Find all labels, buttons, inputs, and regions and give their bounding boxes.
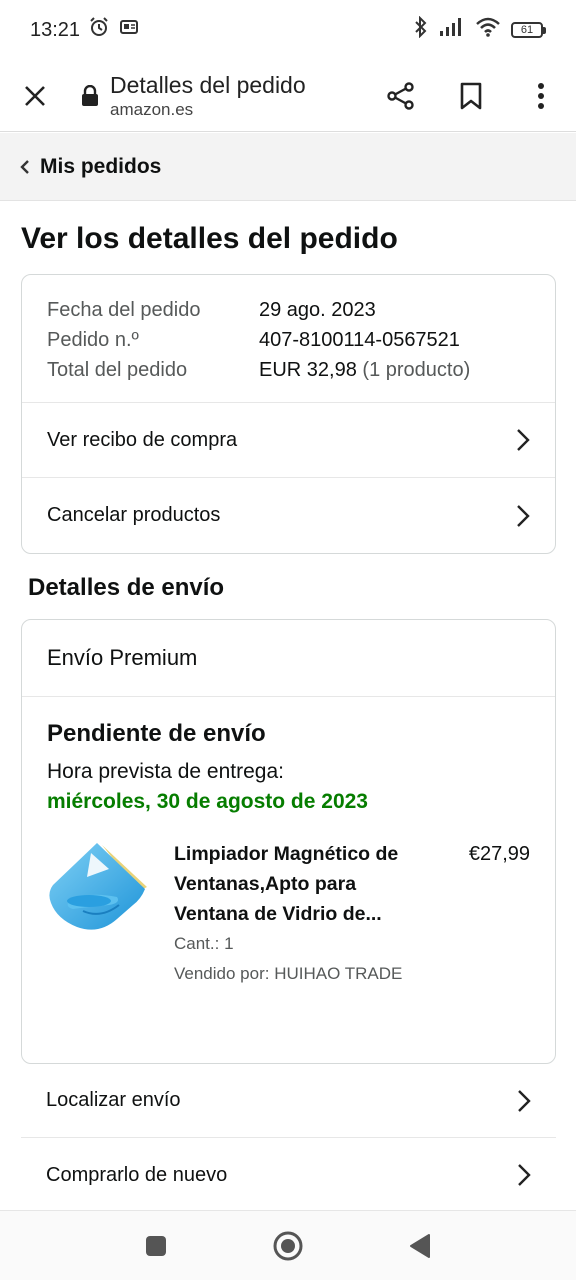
view-receipt-link[interactable]: Ver recibo de compra [22,403,555,478]
browser-page-title: Detalles del pedido [110,71,306,98]
product-quantity: Cant.: 1 [174,934,234,953]
cancel-products-label: Cancelar productos [47,504,221,526]
product-seller: Vendido por: HUIHAO TRADE [174,964,403,983]
browser-toolbar: Detalles del pedido amazon.es [0,60,576,132]
product-name[interactable]: Limpiador Magnético de Ventanas,Apto par… [174,839,434,929]
buy-again-link[interactable]: Comprarlo de nuevo [21,1138,556,1212]
breadcrumb-label: Mis pedidos [40,154,162,178]
page-title: Ver los detalles del pedido [21,222,398,255]
shipping-section-title: Detalles de envío [28,574,225,601]
shipment-actions: Localizar envío Comprarlo de nuevo [21,1064,556,1212]
product-price: €27,99 [468,843,530,865]
share-icon[interactable] [366,60,436,132]
chevron-right-icon [517,1163,531,1187]
order-date-value: 29 ago. 2023 [259,299,376,321]
order-summary-info: Fecha del pedido 29 ago. 2023 Pedido n.º… [22,275,555,403]
system-nav-bar [0,1210,576,1280]
order-date-label: Fecha del pedido [47,299,201,321]
chevron-right-icon [516,428,530,452]
delivery-date: miércoles, 30 de agosto de 2023 [47,790,368,813]
shipping-method: Envío Premium [22,620,555,697]
cancel-products-link[interactable]: Cancelar productos [22,478,555,553]
status-time: 13:21 [30,18,81,41]
home-icon[interactable] [268,1226,308,1266]
wifi-icon [475,17,501,43]
order-number-value: 407-8100114-0567521 [259,329,460,351]
order-total-label: Total del pedido [47,359,188,381]
more-vert-icon[interactable] [506,60,576,132]
track-package-link[interactable]: Localizar envío [21,1064,556,1138]
delivery-label: Hora prevista de entrega: [47,760,284,783]
bookmark-icon[interactable] [436,60,506,132]
order-total-items: (1 producto) [362,359,471,381]
lock-icon[interactable] [70,84,110,107]
order-summary-card: Fecha del pedido 29 ago. 2023 Pedido n.º… [21,274,556,554]
battery-icon: 61 [511,22,546,38]
buy-again-label: Comprarlo de nuevo [46,1163,228,1186]
shipping-status: Pendiente de envío [47,720,266,747]
view-receipt-label: Ver recibo de compra [47,428,238,451]
breadcrumb[interactable]: Mis pedidos [0,133,576,201]
close-icon[interactable] [0,60,70,132]
chevron-left-icon [20,159,30,174]
battery-level: 61 [511,22,543,38]
back-icon[interactable] [400,1226,440,1266]
alarm-icon [88,16,110,44]
order-number-label: Pedido n.º [47,329,139,351]
page-title-block[interactable]: Detalles del pedido amazon.es [110,71,366,121]
browser-url: amazon.es [110,99,194,119]
chevron-right-icon [516,504,530,528]
chevron-right-icon [517,1089,531,1113]
bluetooth-icon [413,15,429,44]
recent-apps-icon[interactable] [136,1226,176,1266]
signal-icon [439,17,465,43]
status-bar: 13:21 61 [0,0,576,60]
product-item[interactable]: Limpiador Magnético de Ventanas,Apto par… [47,839,530,989]
notification-icon [118,16,140,44]
shipping-card: Envío Premium Pendiente de envío Hora pr… [21,619,556,1064]
track-package-label: Localizar envío [46,1089,181,1111]
product-image[interactable] [47,839,174,949]
order-total-value: EUR 32,98 [259,359,357,381]
